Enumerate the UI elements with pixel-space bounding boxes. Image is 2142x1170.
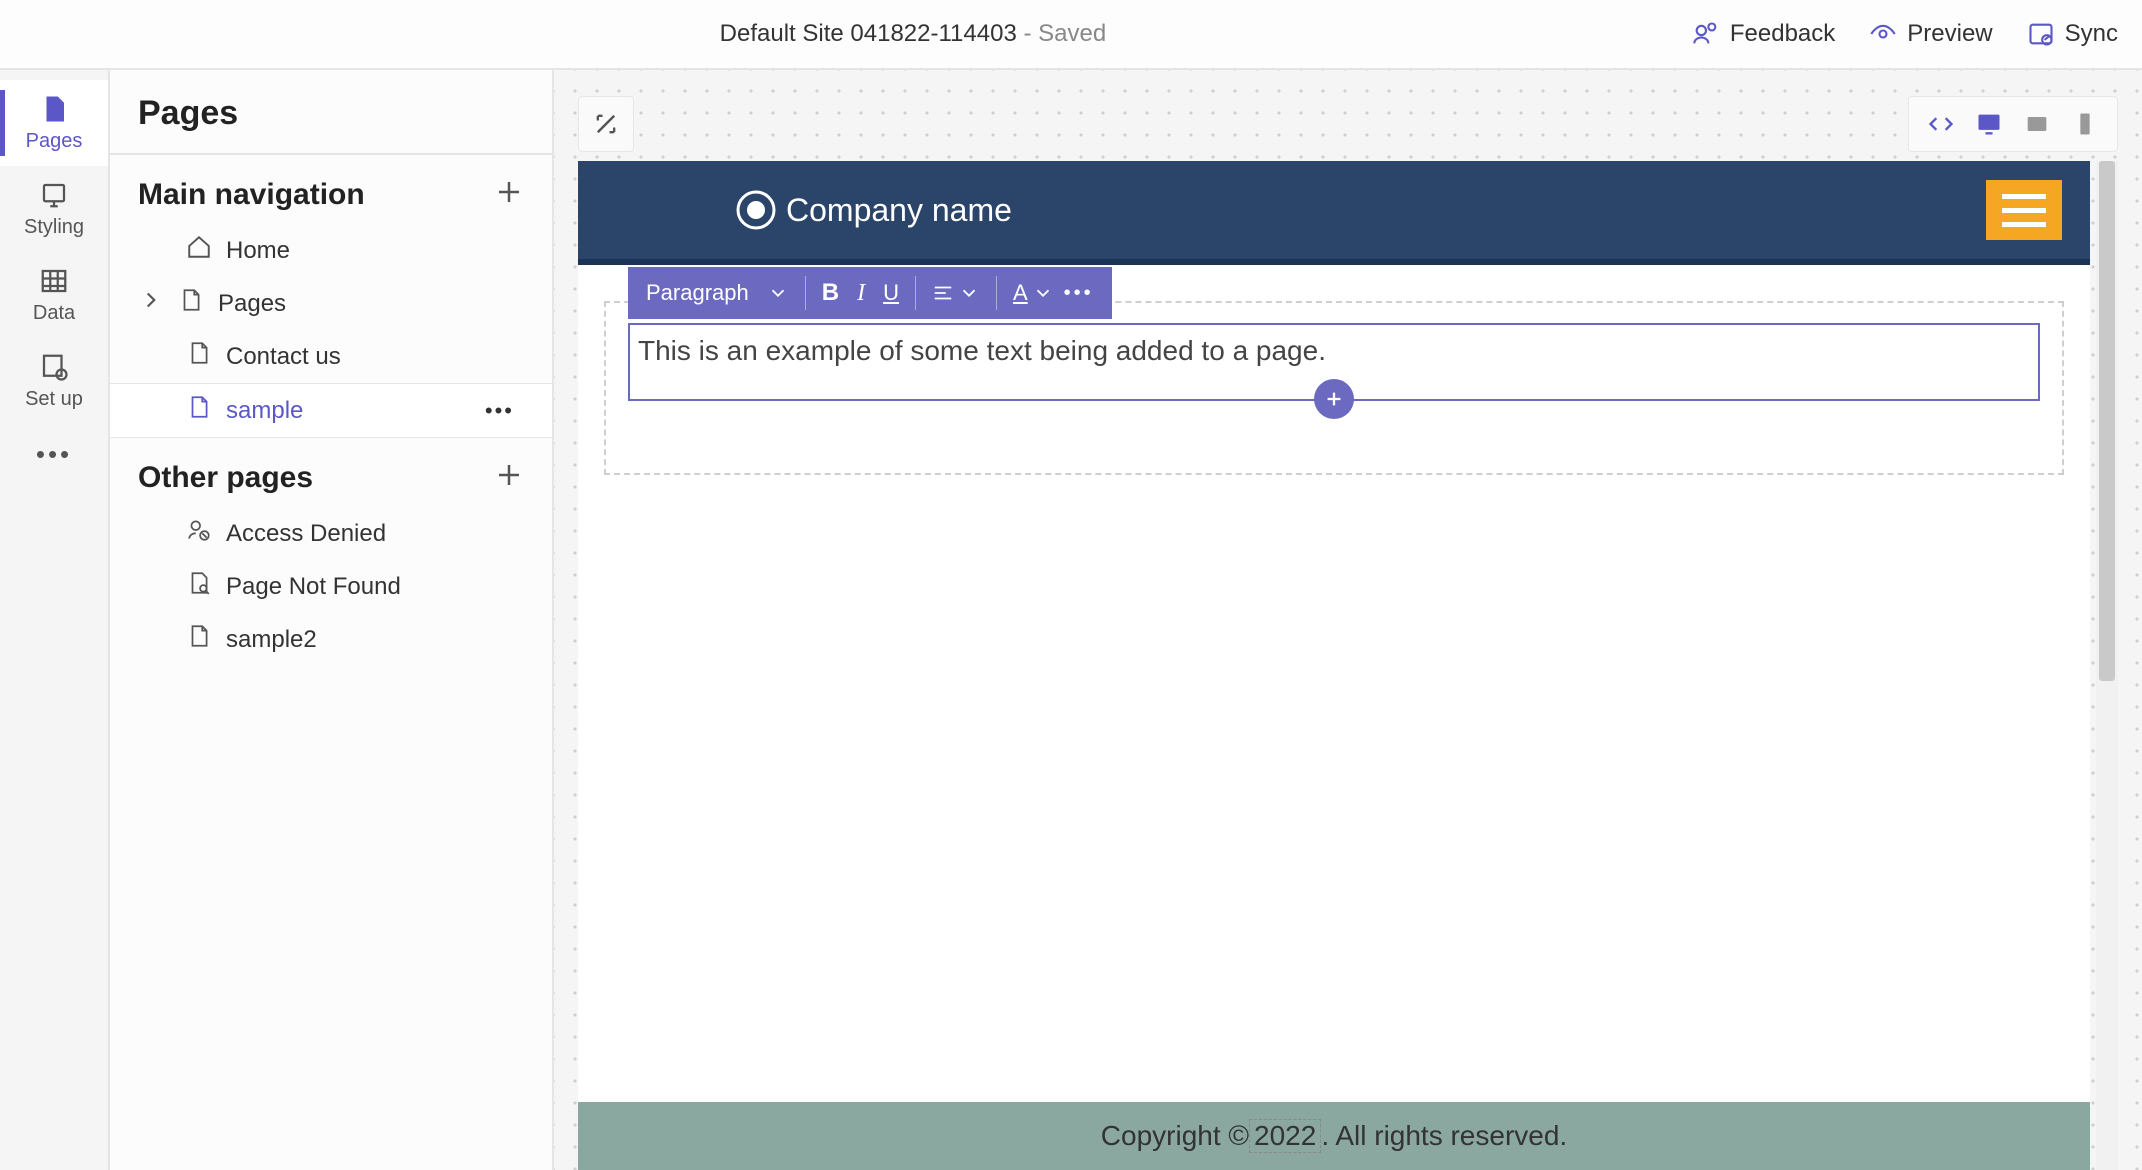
content-zone: Paragraph B I U — [578, 265, 2090, 475]
device-switcher — [1908, 96, 2118, 152]
item-more-button[interactable]: ••• — [485, 398, 524, 424]
topbar-left — [24, 25, 134, 43]
rail-data-label: Data — [33, 302, 75, 325]
align-button[interactable] — [932, 282, 980, 304]
other-item-sample2[interactable]: sample2 — [110, 613, 552, 666]
hamburger-menu-button[interactable] — [1986, 180, 2062, 240]
site-brand[interactable]: Company name — [736, 190, 1012, 230]
rail-data[interactable]: Data — [0, 252, 108, 338]
panel-title: Pages — [110, 70, 552, 155]
section-other: Other pages — [110, 438, 552, 507]
other-item-access-denied[interactable]: Access Denied — [110, 507, 552, 560]
other-access-label: Access Denied — [226, 520, 386, 548]
more-icon: ••• — [36, 439, 72, 470]
site-header: Company name — [578, 161, 2090, 265]
nav-pages-label: Pages — [218, 290, 286, 318]
rail-setup[interactable]: Set up — [0, 338, 108, 424]
editor-toolbar: Paragraph B I U — [628, 267, 1112, 319]
rail-more[interactable]: ••• — [0, 424, 108, 484]
saved-status: - Saved — [1017, 20, 1106, 47]
resize-handle-button[interactable] — [578, 96, 634, 152]
nav-item-contact[interactable]: Contact us — [110, 330, 552, 383]
preview-button[interactable]: Preview — [1869, 20, 1992, 48]
preview-scrollbar[interactable] — [2096, 161, 2118, 1170]
nav-contact-label: Contact us — [226, 343, 341, 371]
top-bar: Default Site 041822-114403 - Saved Feedb… — [0, 0, 2142, 70]
footer-year[interactable]: 2022 — [1249, 1119, 1321, 1153]
person-lock-icon — [186, 517, 212, 550]
nav-item-home[interactable]: Home — [110, 224, 552, 277]
underline-button[interactable]: U — [883, 280, 899, 306]
text-editor[interactable]: This is an example of some text being ad… — [628, 323, 2040, 401]
scrollbar-thumb[interactable] — [2099, 161, 2115, 681]
canvas-area: Company name Paragraph — [554, 70, 2142, 1170]
site-footer: Copyright © 2022 . All rights reserved. — [578, 1102, 2090, 1170]
page-icon — [186, 340, 212, 373]
code-view-button[interactable] — [1927, 110, 1955, 138]
add-other-button[interactable] — [494, 460, 524, 495]
body: Pages Styling Data Set up ••• Pages Main… — [0, 70, 2142, 1170]
font-color-button[interactable]: A — [1013, 280, 1054, 306]
toolbar-more-button[interactable]: ••• — [1064, 282, 1094, 305]
nav-item-pages[interactable]: Pages — [110, 277, 552, 330]
page-icon — [186, 394, 212, 427]
canvas-inner: Company name Paragraph — [578, 96, 2118, 1170]
nav-home-label: Home — [226, 237, 290, 265]
page-icon — [186, 623, 212, 656]
left-rail: Pages Styling Data Set up ••• — [0, 70, 110, 1170]
other-notfound-label: Page Not Found — [226, 573, 401, 601]
preview-label: Preview — [1907, 20, 1992, 48]
format-chevron[interactable] — [767, 282, 789, 304]
rail-styling-label: Styling — [24, 216, 84, 239]
rail-pages-label: Pages — [26, 130, 83, 153]
footer-prefix: Copyright © — [1101, 1120, 1249, 1152]
brand-label: Company name — [786, 192, 1012, 229]
editor-text: This is an example of some text being ad… — [638, 335, 1326, 366]
italic-button[interactable]: I — [857, 280, 865, 307]
sync-button[interactable]: Sync — [2027, 20, 2118, 48]
rail-pages[interactable]: Pages — [0, 80, 108, 166]
section-container[interactable]: Paragraph B I U — [604, 301, 2064, 475]
section-main-nav: Main navigation — [110, 155, 552, 224]
site-name: Default Site 041822-114403 — [720, 20, 1017, 47]
site-title: Default Site 041822-114403 - Saved — [134, 20, 1692, 48]
nav-item-sample[interactable]: sample ••• — [110, 383, 552, 438]
sync-label: Sync — [2065, 20, 2118, 48]
mobile-view-button[interactable] — [2071, 110, 2099, 138]
format-dropdown[interactable]: Paragraph — [646, 280, 749, 306]
topbar-actions: Feedback Preview Sync — [1692, 20, 2118, 48]
add-component-button[interactable] — [1314, 379, 1354, 419]
other-item-not-found[interactable]: Page Not Found — [110, 560, 552, 613]
section-main-nav-title: Main navigation — [138, 178, 365, 212]
home-icon — [186, 234, 212, 267]
tablet-view-button[interactable] — [2023, 110, 2051, 138]
footer-suffix: . All rights reserved. — [1321, 1120, 1567, 1152]
rail-styling[interactable]: Styling — [0, 166, 108, 252]
desktop-view-button[interactable] — [1975, 110, 2003, 138]
feedback-button[interactable]: Feedback — [1692, 20, 1835, 48]
page-search-icon — [186, 570, 212, 603]
bold-button[interactable]: B — [822, 279, 839, 307]
format-label: Paragraph — [646, 280, 749, 305]
section-other-title: Other pages — [138, 461, 313, 495]
feedback-label: Feedback — [1730, 20, 1835, 48]
rail-setup-label: Set up — [25, 388, 83, 411]
preview-frame: Company name Paragraph — [578, 161, 2090, 1170]
page-icon — [178, 287, 204, 320]
logo-icon — [736, 190, 776, 230]
pages-panel: Pages Main navigation Home Pages Contact… — [110, 70, 554, 1170]
add-main-nav-button[interactable] — [494, 177, 524, 212]
chevron-right-icon — [138, 287, 164, 320]
other-sample2-label: sample2 — [226, 626, 317, 654]
nav-sample-label: sample — [226, 397, 303, 425]
